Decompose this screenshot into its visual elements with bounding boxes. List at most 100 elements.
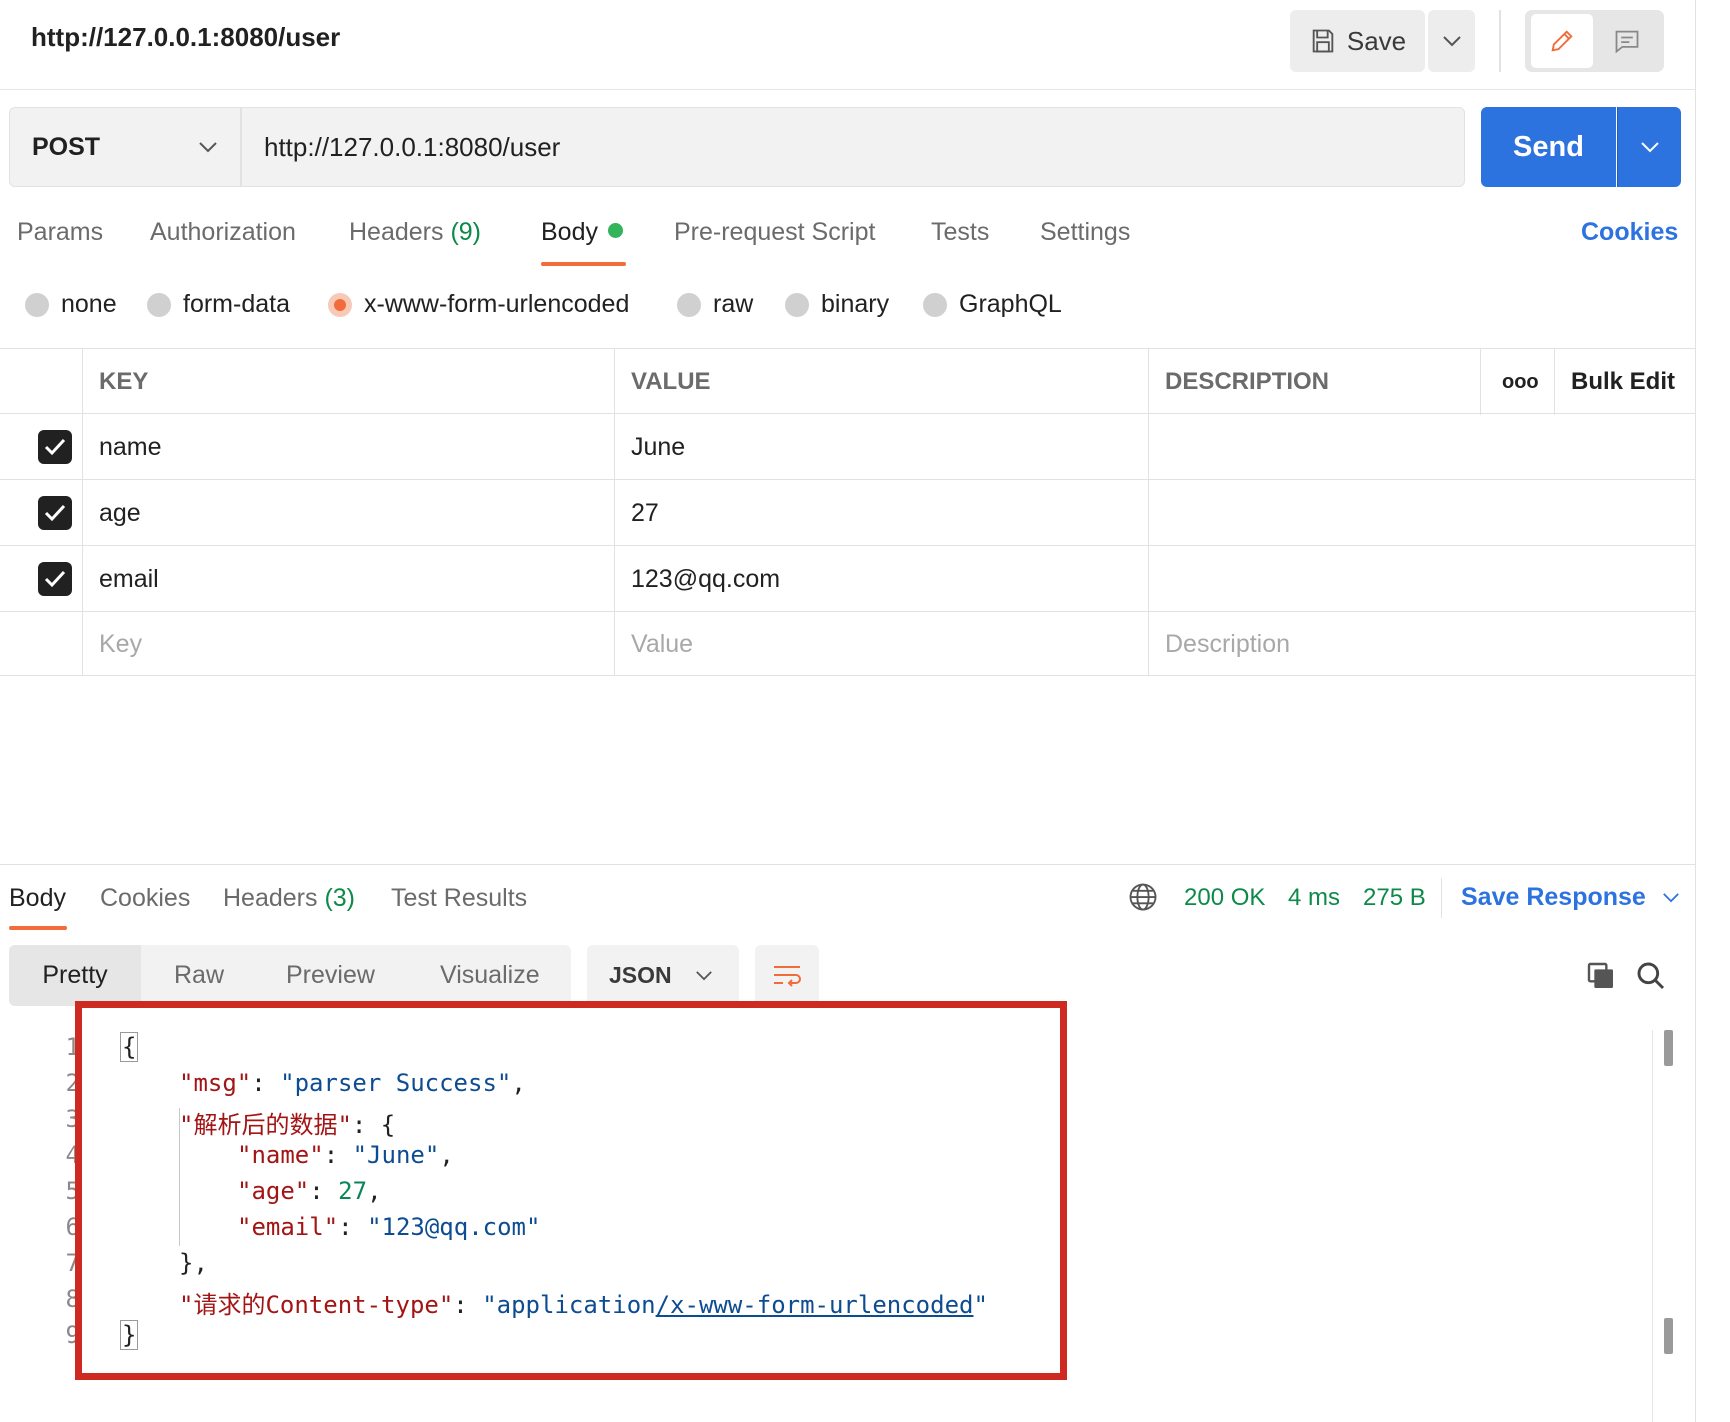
toolbar-divider [1499,10,1501,72]
method-label: POST [32,132,101,161]
body-type-urlencoded[interactable]: x-www-form-urlencoded [328,290,629,319]
new-value-input[interactable]: Value [614,612,1148,676]
body-type-graphql[interactable]: GraphQL [923,290,1062,319]
response-size[interactable]: 275 B [1363,884,1426,912]
response-tab-cookies[interactable]: Cookies [100,884,190,913]
radio-label: x-www-form-urlencoded [364,290,630,318]
row-checkbox[interactable] [38,430,72,464]
tab-headers-label: Headers [349,218,444,246]
annotation-highlight-box [75,1001,1067,1380]
save-button[interactable]: Save [1290,10,1425,72]
tab-headers[interactable]: Headers (9) [349,218,481,247]
param-value[interactable]: 123@qq.com [614,546,1148,612]
response-tab-body[interactable]: Body [9,884,66,913]
chevron-down-icon [1442,35,1462,47]
send-options-dropdown[interactable] [1617,107,1681,187]
tab-params[interactable]: Params [17,218,103,247]
radio-label: raw [713,290,754,318]
tab-authorization[interactable]: Authorization [150,218,296,247]
param-description[interactable] [1148,480,1695,546]
radio-label: binary [821,290,890,318]
chevron-down-icon [1640,141,1660,153]
response-time[interactable]: 4 ms [1288,884,1340,912]
param-description[interactable] [1148,414,1695,480]
language-select[interactable]: JSON [587,945,739,1006]
tab-settings[interactable]: Settings [1040,218,1130,247]
param-value[interactable]: 27 [614,480,1148,546]
chevron-down-icon [695,970,713,981]
globe-icon[interactable] [1128,882,1158,912]
radio-button [677,292,701,317]
body-modified-dot [607,223,623,238]
more-options-button[interactable]: ooo [1480,349,1554,415]
param-description[interactable] [1148,546,1695,612]
tab-body[interactable]: Body [541,218,623,247]
panel-border [1695,0,1696,1422]
url-input[interactable]: http://127.0.0.1:8080/user [241,107,1465,187]
active-tab-indicator [541,262,626,266]
tab-tests[interactable]: Tests [931,218,989,247]
table-row: name June [0,414,1695,480]
param-key[interactable]: email [82,546,614,612]
comments-button[interactable] [1596,14,1658,68]
copy-icon[interactable] [1585,960,1617,992]
format-raw[interactable]: Raw [174,961,224,990]
table-row: email 123@qq.com [0,546,1695,612]
tab-prerequest-script[interactable]: Pre-request Script [674,218,875,247]
radio-button [785,292,809,317]
response-tab-headers[interactable]: Headers (3) [223,884,355,913]
new-description-input[interactable]: Description [1148,612,1695,676]
scrollbar-thumb[interactable] [1664,1030,1673,1066]
radio-label: form-data [183,290,290,318]
request-title[interactable]: http://127.0.0.1:8080/user [31,22,340,53]
column-header-value: VALUE [631,368,711,395]
wrap-lines-button[interactable] [755,945,819,1006]
format-pretty[interactable]: Pretty [9,945,141,1006]
chevron-down-icon [198,141,218,153]
param-key[interactable]: name [82,414,614,480]
body-type-none[interactable]: none [25,290,117,319]
table-header-row: KEY VALUE DESCRIPTION ooo Bulk Edit [0,348,1695,415]
radio-button-selected [328,292,352,317]
table-row: age 27 [0,480,1695,546]
search-icon[interactable] [1635,960,1667,992]
active-tab-indicator [9,926,67,930]
comment-icon [1613,27,1641,55]
table-row-new: Key Value Description [0,612,1695,676]
new-key-input[interactable]: Key [82,612,614,676]
scrollbar-track[interactable] [1652,1030,1653,1422]
body-type-raw[interactable]: raw [677,290,753,319]
response-headers-count: (3) [324,884,356,912]
headers-count: (9) [450,218,482,246]
chevron-down-icon [1662,892,1680,903]
save-icon [1309,27,1337,55]
body-type-binary[interactable]: binary [785,290,889,319]
cookies-link[interactable]: Cookies [1581,218,1678,247]
column-header-key: KEY [99,368,149,395]
save-response-label: Save Response [1461,883,1646,911]
response-divider[interactable] [0,864,1695,865]
param-value[interactable]: June [614,414,1148,480]
http-method-select[interactable]: POST [9,107,241,187]
format-visualize[interactable]: Visualize [440,961,540,990]
send-button[interactable]: Send [1481,107,1616,187]
row-checkbox[interactable] [38,496,72,530]
row-checkbox[interactable] [38,562,72,596]
radio-label: GraphQL [959,290,1062,318]
tab-body-label: Body [541,218,598,246]
response-tab-headers-label: Headers [223,884,318,912]
status-code[interactable]: 200 OK [1184,884,1265,912]
edit-mode-button[interactable] [1531,14,1593,68]
bulk-edit-button[interactable]: Bulk Edit [1554,349,1695,415]
format-preview[interactable]: Preview [286,961,375,990]
radio-button [923,292,947,317]
save-options-dropdown[interactable] [1428,10,1475,72]
param-key[interactable]: age [82,480,614,546]
column-header-description: DESCRIPTION [1165,368,1330,395]
scrollbar-thumb[interactable] [1664,1318,1673,1354]
response-tab-test-results[interactable]: Test Results [391,884,527,913]
radio-button [147,292,171,317]
save-label: Save [1346,25,1407,56]
save-response-button[interactable]: Save Response [1461,883,1680,912]
body-type-form-data[interactable]: form-data [147,290,290,319]
